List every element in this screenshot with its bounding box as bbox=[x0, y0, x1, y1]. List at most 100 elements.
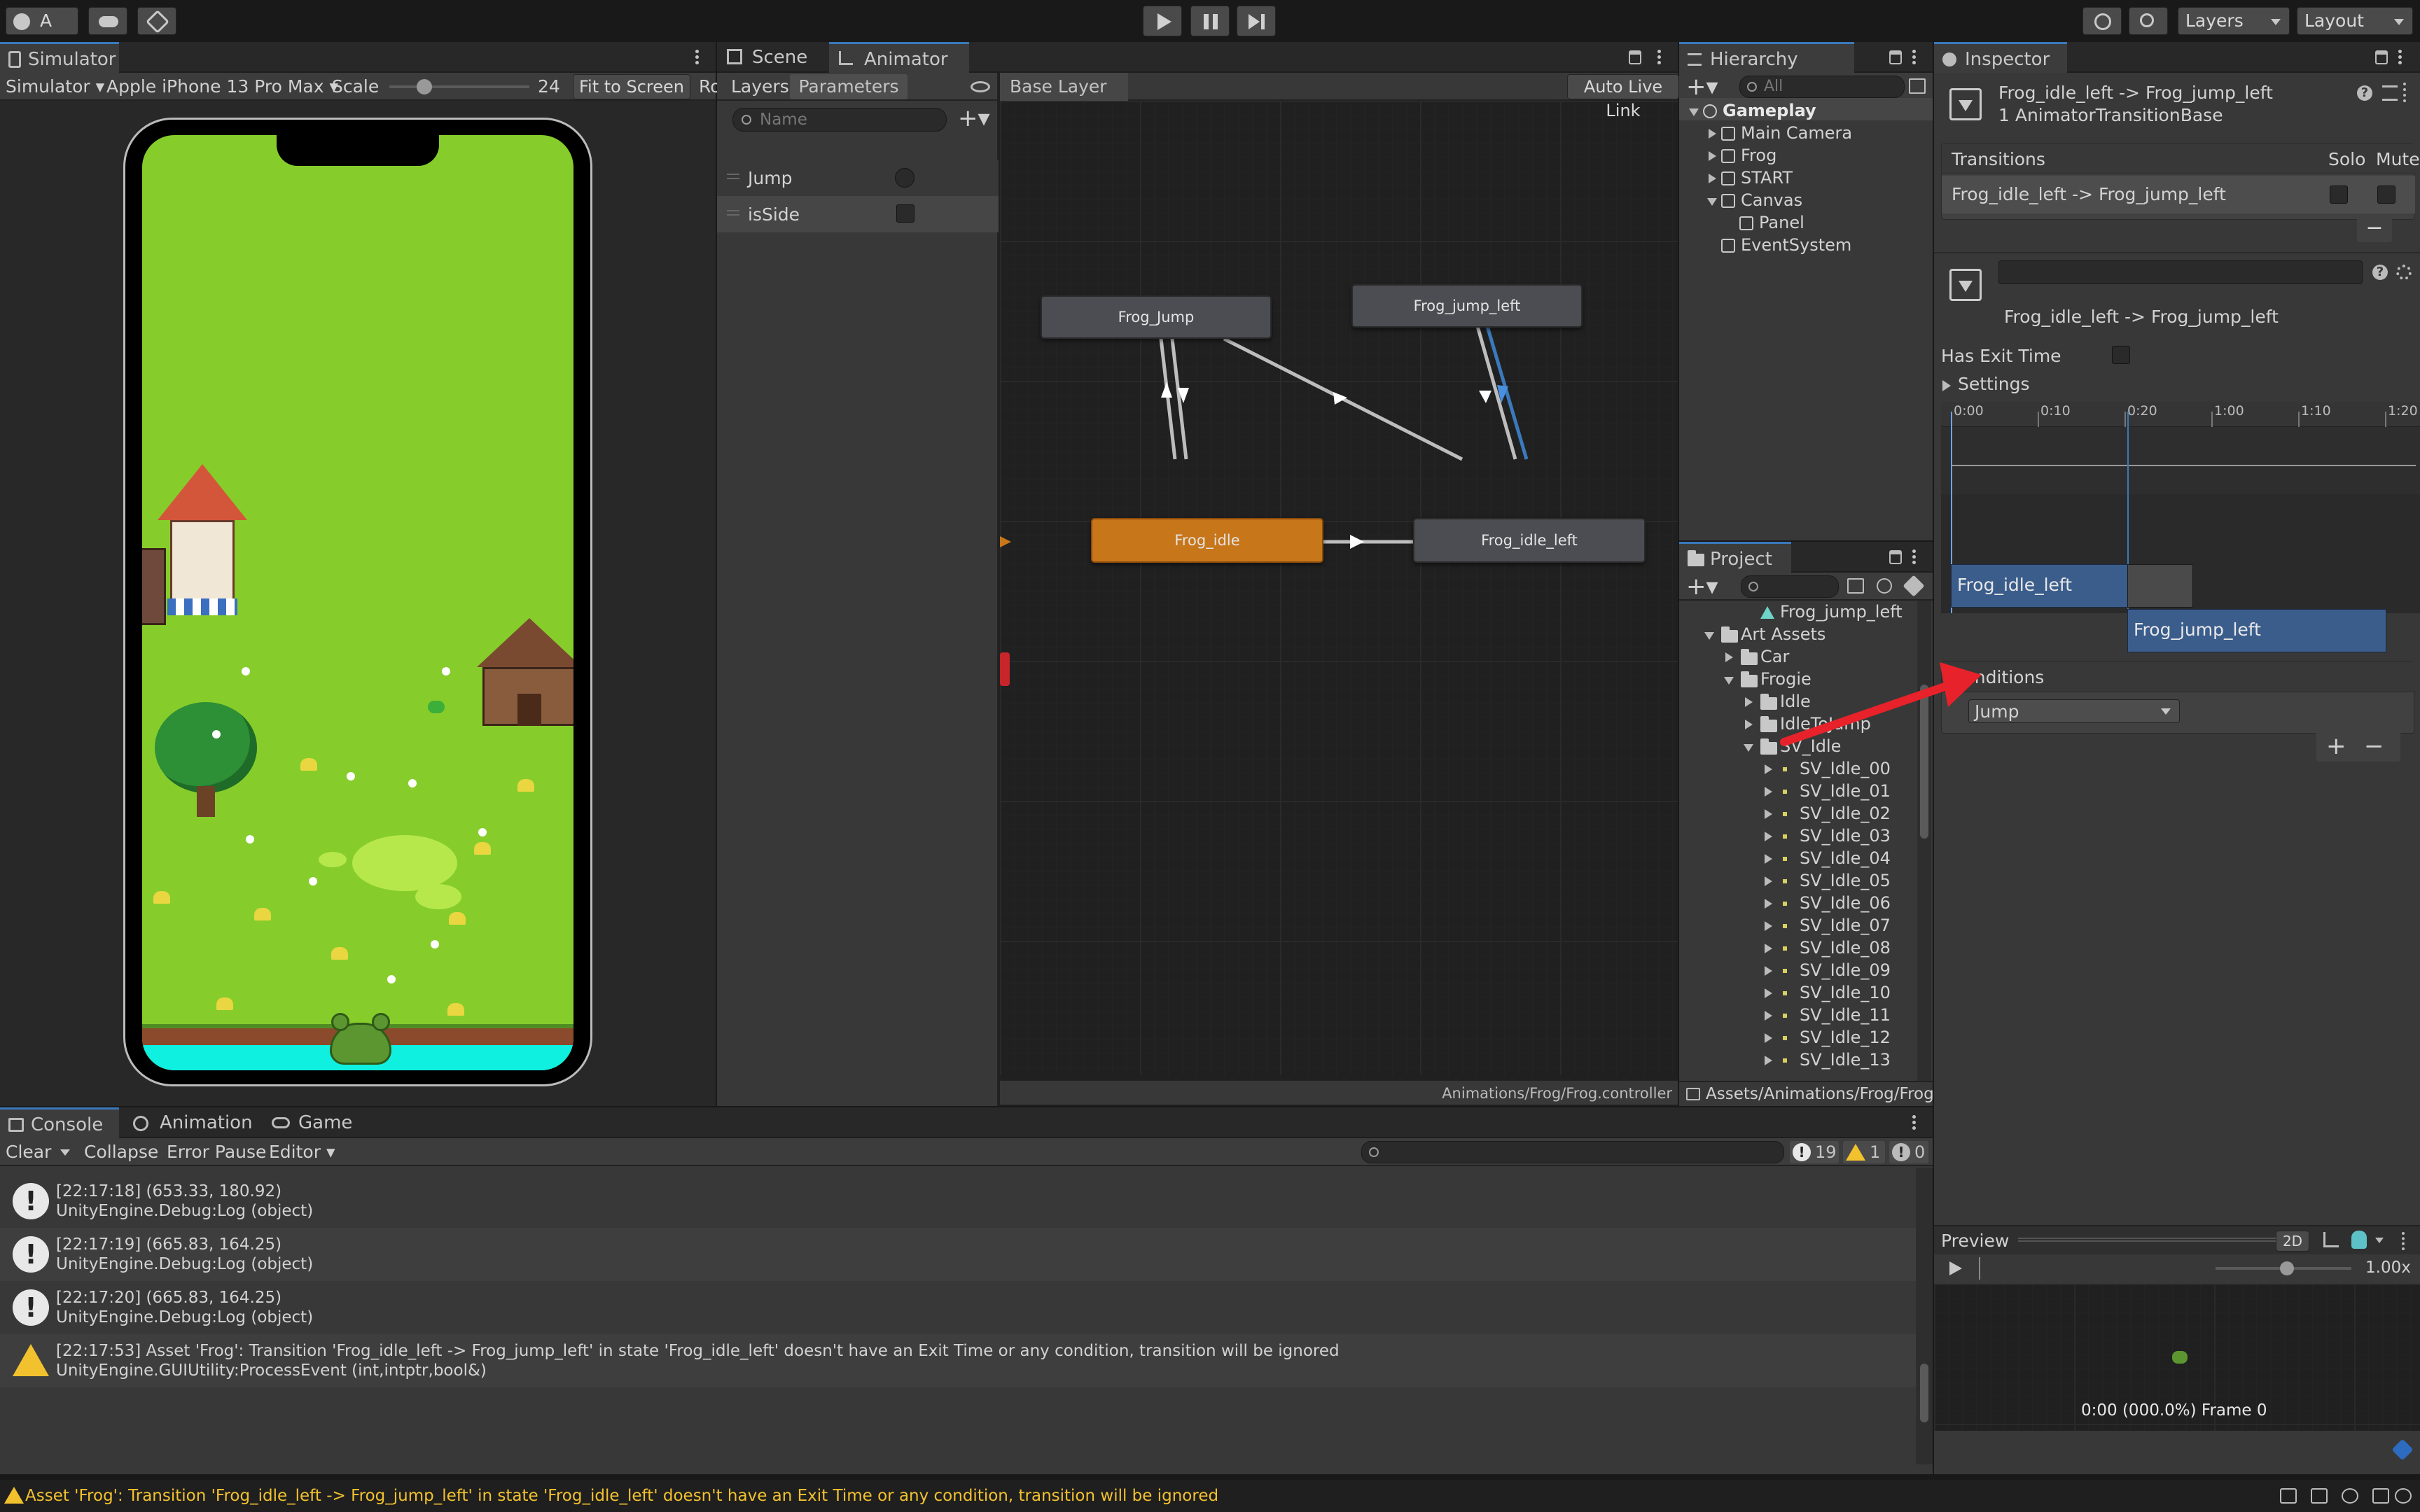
asset-label-icon[interactable] bbox=[2391, 1438, 2414, 1461]
drag-handle-icon[interactable] bbox=[727, 174, 739, 179]
notifications-icon[interactable] bbox=[2372, 1488, 2389, 1504]
tab-simulator[interactable]: Simulator bbox=[0, 42, 119, 73]
console-search[interactable] bbox=[1361, 1141, 1784, 1163]
chevron-right-icon[interactable] bbox=[1725, 652, 1733, 662]
project-item[interactable]: SV_Idle_08 bbox=[1679, 938, 1917, 960]
project-item[interactable]: Frogie bbox=[1679, 669, 1917, 692]
chevron-right-icon[interactable] bbox=[1765, 899, 1772, 909]
avatar-icon[interactable] bbox=[2351, 1231, 2367, 1249]
chevron-right-icon[interactable] bbox=[1709, 174, 1716, 183]
chevron-right-icon[interactable] bbox=[1765, 1056, 1772, 1065]
kebab-icon[interactable] bbox=[1910, 48, 1917, 67]
project-item[interactable]: Frog_jump_left bbox=[1679, 602, 1917, 624]
chevron-right-icon[interactable] bbox=[1765, 1033, 1772, 1043]
lock-icon[interactable] bbox=[2375, 50, 2388, 64]
hierarchy-item[interactable]: Frog bbox=[1679, 146, 1933, 168]
search-by-type-icon[interactable] bbox=[1847, 578, 1864, 594]
tab-animator[interactable]: Animator bbox=[829, 42, 969, 73]
state-node[interactable]: Frog_Jump bbox=[1041, 295, 1272, 339]
cloud-button[interactable] bbox=[88, 7, 127, 35]
hierarchy-search[interactable]: All bbox=[1739, 76, 1905, 98]
project-item[interactable]: SV_Idle_10 bbox=[1679, 983, 1917, 1005]
project-item[interactable]: SV_Idle_13 bbox=[1679, 1050, 1917, 1072]
chevron-right-icon[interactable] bbox=[1765, 966, 1772, 976]
console-entry[interactable]: ! [22:17:20] (665.83, 164.25) UnityEngine.… bbox=[0, 1281, 1919, 1334]
lock-icon[interactable] bbox=[1889, 50, 1902, 64]
kebab-icon[interactable] bbox=[693, 48, 700, 67]
chevron-right-icon[interactable] bbox=[1765, 988, 1772, 998]
warning-count-toggle[interactable]: 1 bbox=[1843, 1141, 1885, 1163]
scale-slider[interactable] bbox=[389, 79, 529, 94]
project-item[interactable]: SV_Idle_00 bbox=[1679, 759, 1917, 781]
clear-button[interactable]: Clear bbox=[6, 1138, 51, 1166]
project-item[interactable]: Car bbox=[1679, 647, 1917, 669]
gear-icon[interactable] bbox=[2396, 265, 2412, 280]
chevron-down-icon[interactable] bbox=[2375, 1238, 2384, 1243]
preview-play-icon[interactable] bbox=[1949, 1261, 1962, 1275]
chevron-right-icon[interactable] bbox=[1765, 832, 1772, 841]
chevron-right-icon[interactable] bbox=[1765, 876, 1772, 886]
mute-checkbox[interactable] bbox=[2377, 186, 2395, 204]
eye-icon[interactable] bbox=[971, 81, 990, 92]
scale-slider-thumb[interactable] bbox=[417, 79, 432, 94]
preview-scrub-line[interactable] bbox=[1979, 1257, 1980, 1280]
chevron-right-icon[interactable] bbox=[1765, 787, 1772, 797]
subtab-parameters[interactable]: Parameters bbox=[790, 74, 908, 99]
remove-condition-button[interactable]: − bbox=[2364, 732, 2384, 760]
sliders-icon[interactable] bbox=[2382, 85, 2398, 101]
chevron-down-icon[interactable] bbox=[1689, 108, 1699, 116]
layers-dropdown[interactable]: Layers bbox=[2178, 7, 2290, 35]
tab-animation[interactable]: Animation bbox=[125, 1107, 258, 1138]
transition-list-row[interactable]: Frog_idle_left -> Frog_jump_left bbox=[1942, 176, 2415, 214]
account-dropdown[interactable]: A bbox=[6, 7, 78, 35]
scene-filter-icon[interactable] bbox=[1909, 78, 1926, 94]
console-entry[interactable]: ! [22:17:19] (665.83, 164.25) UnityEngine.… bbox=[0, 1228, 1919, 1281]
lock-icon[interactable] bbox=[1629, 50, 1641, 64]
play-button[interactable] bbox=[1143, 6, 1182, 36]
remove-transition-button[interactable]: − bbox=[2357, 217, 2392, 242]
create-asset-button[interactable]: +▾ bbox=[1686, 573, 1718, 601]
chevron-right-icon[interactable] bbox=[1765, 921, 1772, 931]
state-machine-graph[interactable]: Frog_Jump Frog_jump_left Frog_idle Frog_… bbox=[1000, 101, 1678, 1075]
project-scrollbar[interactable] bbox=[1917, 601, 1931, 1081]
chevron-right-icon[interactable] bbox=[1745, 720, 1753, 729]
hierarchy-item[interactable]: Main Camera bbox=[1679, 123, 1933, 146]
label-tag-icon[interactable] bbox=[1903, 575, 1925, 597]
console-entry[interactable]: [22:17:53] Asset 'Frog': Transition 'Fro… bbox=[0, 1334, 1919, 1387]
project-item[interactable]: SV_Idle_05 bbox=[1679, 871, 1917, 893]
search-button[interactable] bbox=[2129, 7, 2168, 35]
console-scrollbar[interactable] bbox=[1916, 1168, 1933, 1464]
hierarchy-item[interactable]: Canvas bbox=[1679, 190, 1933, 213]
chevron-right-icon[interactable] bbox=[1765, 944, 1772, 953]
add-object-button[interactable]: +▾ bbox=[1686, 73, 1718, 101]
pivot-icon[interactable] bbox=[2323, 1232, 2339, 1247]
kebab-icon[interactable] bbox=[1910, 547, 1917, 567]
bool-checkbox[interactable] bbox=[896, 204, 915, 223]
parameter-search[interactable]: Name bbox=[732, 108, 947, 132]
collapse-button[interactable]: Collapse bbox=[84, 1138, 158, 1166]
drag-handle-icon[interactable] bbox=[727, 210, 739, 216]
collab-button[interactable] bbox=[137, 7, 176, 35]
network-icon[interactable] bbox=[2280, 1488, 2297, 1504]
preview-drag-bar[interactable] bbox=[2018, 1238, 2298, 1242]
scrollbar-thumb[interactable] bbox=[1920, 1364, 1928, 1422]
chevron-right-icon[interactable] bbox=[1765, 764, 1772, 774]
project-item[interactable]: IdleToJump bbox=[1679, 714, 1917, 736]
tab-hierarchy[interactable]: Hierarchy bbox=[1679, 42, 1854, 73]
breadcrumb[interactable]: Base Layer bbox=[1000, 73, 1128, 101]
chevron-down-icon[interactable] bbox=[1704, 632, 1714, 640]
state-node[interactable]: Frog_jump_left bbox=[1351, 284, 1583, 328]
device-dropdown[interactable]: Apple iPhone 13 Pro Max ▾ bbox=[106, 73, 338, 101]
tab-inspector[interactable]: Inspector bbox=[1934, 42, 2067, 73]
scrollbar-thumb[interactable] bbox=[1920, 685, 1928, 839]
hierarchy-item[interactable]: START bbox=[1679, 168, 1933, 190]
state-node-default[interactable]: Frog_idle bbox=[1091, 518, 1323, 563]
layout-dropdown[interactable]: Layout bbox=[2297, 7, 2413, 35]
project-item[interactable]: SV_Idle_12 bbox=[1679, 1028, 1917, 1050]
kebab-icon[interactable] bbox=[2396, 48, 2403, 67]
trigger-radio[interactable] bbox=[895, 168, 915, 188]
clip-b-track[interactable]: Frog_jump_left bbox=[2127, 609, 2386, 652]
subtab-layers[interactable]: Layers bbox=[731, 73, 789, 101]
project-item[interactable]: SV_Idle_11 bbox=[1679, 1005, 1917, 1028]
has-exit-time-checkbox[interactable] bbox=[2112, 346, 2130, 364]
